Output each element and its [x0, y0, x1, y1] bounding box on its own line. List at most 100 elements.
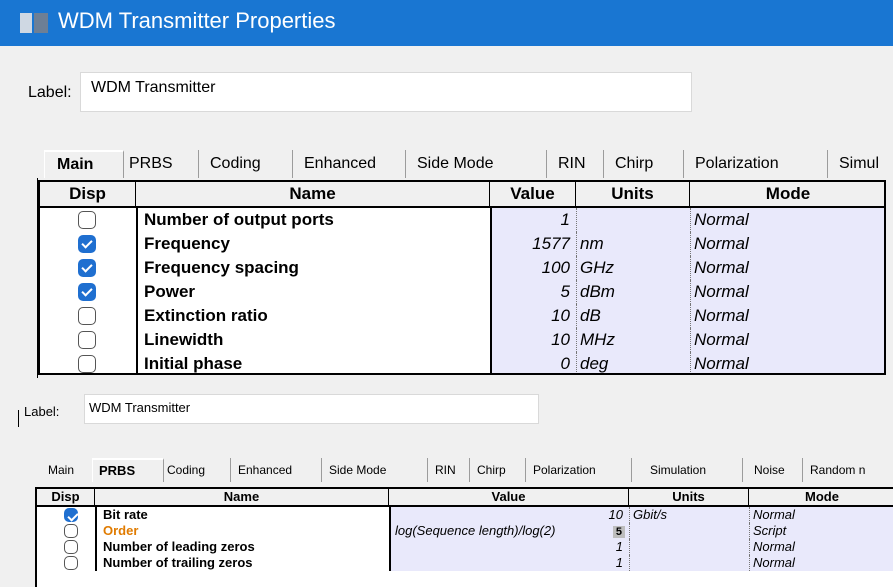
column-header-disp[interactable]: Disp	[37, 489, 95, 505]
disp-checkbox[interactable]	[78, 355, 96, 373]
param-mode[interactable]: Script	[749, 523, 893, 539]
disp-checkbox[interactable]	[64, 508, 78, 522]
tab-noise[interactable]: Noise	[754, 458, 785, 482]
tab-side-mode[interactable]: Side Mode	[417, 150, 494, 178]
param-mode[interactable]: Normal	[690, 328, 884, 352]
param-mode[interactable]: Normal	[690, 304, 884, 328]
param-value[interactable]: 0	[490, 352, 576, 373]
disp-checkbox[interactable]	[64, 524, 78, 538]
table-row[interactable]: Linewidth 10 MHz Normal	[40, 328, 884, 352]
tab-separator	[603, 150, 604, 178]
label-input[interactable]: WDM Transmitter	[80, 72, 692, 112]
tab-separator	[802, 458, 803, 482]
column-header-units[interactable]: Units	[629, 489, 749, 505]
param-units	[629, 555, 749, 571]
disp-checkbox[interactable]	[64, 540, 78, 554]
table-row[interactable]: Frequency 1577 nm Normal	[40, 232, 884, 256]
param-mode[interactable]: Normal	[690, 256, 884, 280]
tab-main[interactable]: Main	[44, 150, 124, 178]
title-bar: WDM Transmitter Properties	[0, 0, 893, 46]
column-header-mode[interactable]: Mode	[749, 489, 893, 505]
column-header-name[interactable]: Name	[95, 489, 389, 505]
tab-random-numbers[interactable]: Random n	[810, 458, 865, 482]
param-name: Number of output ports	[136, 208, 490, 232]
window-title: WDM Transmitter Properties	[58, 8, 336, 33]
param-value[interactable]: log(Sequence length)/log(2) 5	[389, 523, 629, 539]
param-value[interactable]: 5	[490, 280, 576, 304]
param-mode[interactable]: Normal	[690, 352, 884, 373]
tab-simulation[interactable]: Simul	[839, 150, 879, 178]
table-row[interactable]: Number of trailing zeros 1 Normal	[37, 555, 893, 571]
disp-checkbox[interactable]	[78, 331, 96, 349]
param-mode[interactable]: Normal	[690, 208, 884, 232]
tab-rin[interactable]: RIN	[435, 458, 456, 482]
param-value[interactable]: 1577	[490, 232, 576, 256]
param-mode[interactable]: Normal	[749, 507, 893, 523]
param-name: Frequency spacing	[136, 256, 490, 280]
param-value[interactable]: 10	[389, 507, 629, 523]
table-row[interactable]: Initial phase 0 deg Normal	[40, 352, 884, 373]
param-name: Extinction ratio	[136, 304, 490, 328]
param-value-expression: log(Sequence length)/log(2)	[395, 523, 556, 538]
table-row[interactable]: Frequency spacing 100 GHz Normal	[40, 256, 884, 280]
tab-bar: Main PRBS Coding Enhanced Side Mode RIN …	[42, 458, 893, 482]
tab-polarization[interactable]: Polarization	[695, 150, 779, 178]
tab-separator	[742, 458, 743, 482]
column-header-value[interactable]: Value	[490, 182, 576, 206]
param-name: Linewidth	[136, 328, 490, 352]
param-value[interactable]: 100	[490, 256, 576, 280]
label-caption: Label:	[24, 404, 60, 419]
param-mode[interactable]: Normal	[690, 232, 884, 256]
param-mode[interactable]: Normal	[749, 555, 893, 571]
param-mode[interactable]: Normal	[690, 280, 884, 304]
script-value-button[interactable]: 5	[612, 526, 625, 538]
param-value[interactable]: 1	[389, 555, 629, 571]
table-row[interactable]: Power 5 dBm Normal	[40, 280, 884, 304]
tab-coding[interactable]: Coding	[167, 458, 205, 482]
disp-checkbox[interactable]	[78, 307, 96, 325]
column-header-units[interactable]: Units	[576, 182, 690, 206]
tab-separator	[230, 458, 231, 482]
column-header-value[interactable]: Value	[389, 489, 629, 505]
label-input[interactable]: WDM Transmitter	[84, 394, 539, 424]
param-value[interactable]: 1	[389, 539, 629, 555]
tab-chirp[interactable]: Chirp	[477, 458, 506, 482]
tab-main[interactable]: Main	[48, 458, 74, 482]
label-caption: Label:	[28, 84, 72, 101]
tab-prbs[interactable]: PRBS	[129, 150, 173, 178]
param-mode[interactable]: Normal	[749, 539, 893, 555]
table-row[interactable]: Bit rate 10 Gbit/s Normal	[37, 507, 893, 523]
tab-enhanced[interactable]: Enhanced	[238, 458, 292, 482]
param-value[interactable]: 10	[490, 328, 576, 352]
disp-checkbox[interactable]	[64, 556, 78, 570]
column-header-disp[interactable]: Disp	[40, 182, 136, 206]
table-row[interactable]: Number of leading zeros 1 Normal	[37, 539, 893, 555]
tab-chirp[interactable]: Chirp	[615, 150, 653, 178]
disp-checkbox[interactable]	[78, 235, 96, 253]
param-value[interactable]: 10	[490, 304, 576, 328]
tab-coding[interactable]: Coding	[210, 150, 261, 178]
column-header-mode[interactable]: Mode	[690, 182, 884, 206]
tab-separator	[198, 150, 199, 178]
disp-checkbox[interactable]	[78, 211, 96, 229]
param-units	[629, 539, 749, 555]
window-icon	[20, 13, 48, 33]
text-cursor	[18, 410, 19, 427]
tab-bar: Main PRBS Coding Enhanced Side Mode RIN …	[40, 150, 893, 178]
parameters-table-prbs: Disp Name Value Units Mode Bit rate 10 Gbi…	[35, 487, 893, 587]
tab-side-mode[interactable]: Side Mode	[329, 458, 386, 482]
table-row[interactable]: Order log(Sequence length)/log(2) 5 Script	[37, 523, 893, 539]
tab-rin[interactable]: RIN	[558, 150, 586, 178]
param-name: Initial phase	[136, 352, 490, 373]
tab-simulation[interactable]: Simulation	[650, 458, 706, 482]
parameters-table-main: Disp Name Value Units Mode Number of out…	[38, 180, 886, 375]
column-header-name[interactable]: Name	[136, 182, 490, 206]
disp-checkbox[interactable]	[78, 259, 96, 277]
table-row[interactable]: Extinction ratio 10 dB Normal	[40, 304, 884, 328]
table-row[interactable]: Number of output ports 1 Normal	[40, 208, 884, 232]
tab-prbs[interactable]: PRBS	[92, 458, 164, 482]
tab-polarization[interactable]: Polarization	[533, 458, 596, 482]
tab-enhanced[interactable]: Enhanced	[304, 150, 376, 178]
disp-checkbox[interactable]	[78, 283, 96, 301]
param-value[interactable]: 1	[490, 208, 576, 232]
